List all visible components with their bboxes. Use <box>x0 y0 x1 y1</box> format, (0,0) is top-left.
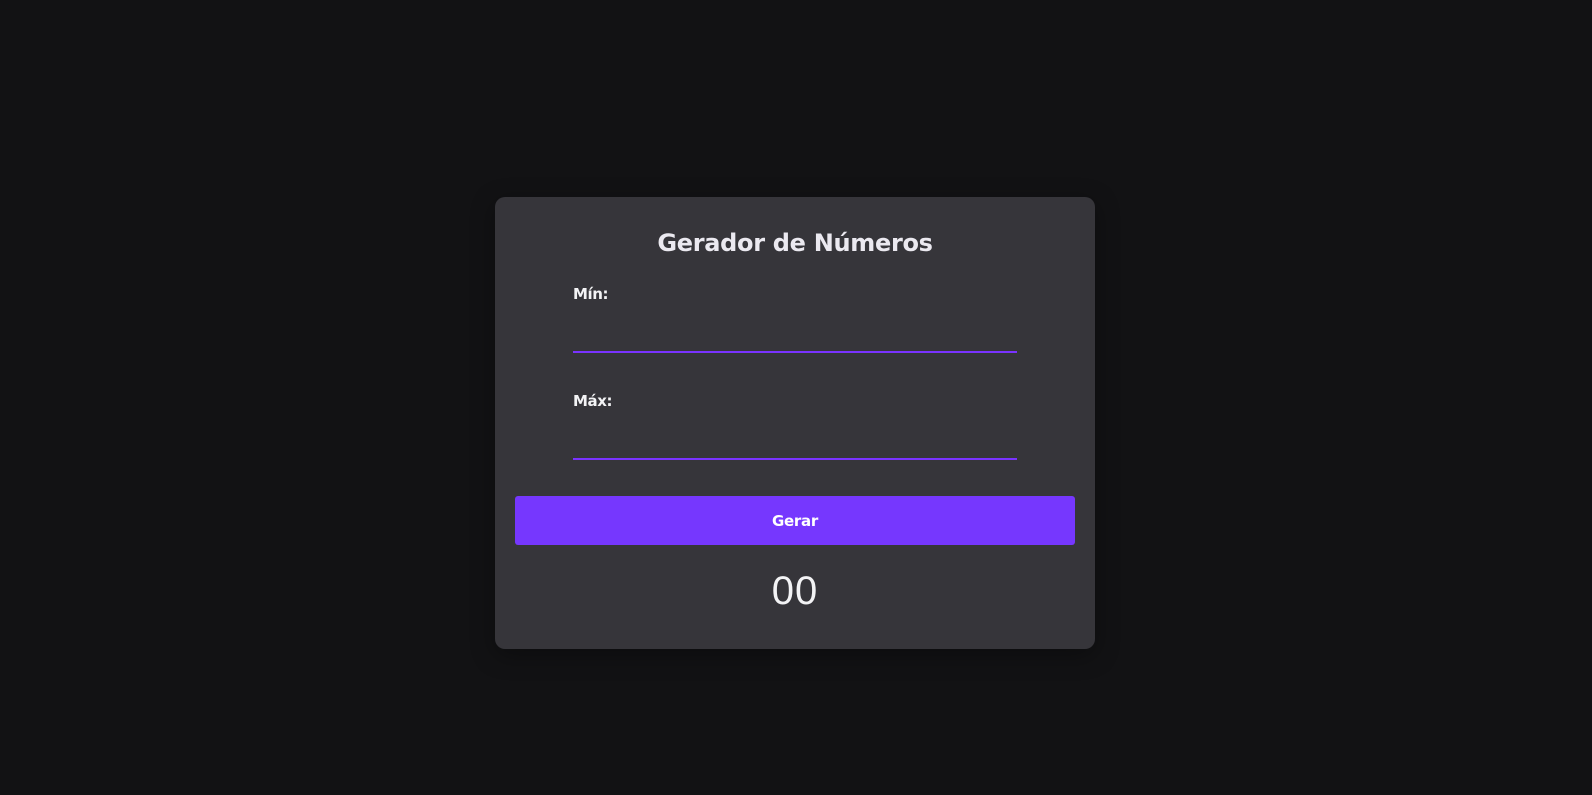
result-number: 00 <box>771 569 819 613</box>
max-input[interactable] <box>573 426 1017 460</box>
min-field-group: Mín: <box>573 285 1017 353</box>
generator-card: Gerador de Números Mín: Máx: Gerar 00 <box>495 197 1095 649</box>
generate-button[interactable]: Gerar <box>515 496 1075 545</box>
min-label: Mín: <box>573 285 609 303</box>
page-title: Gerador de Números <box>657 229 933 257</box>
min-input[interactable] <box>573 319 1017 353</box>
max-field-group: Máx: <box>573 392 1017 460</box>
max-label: Máx: <box>573 392 613 410</box>
